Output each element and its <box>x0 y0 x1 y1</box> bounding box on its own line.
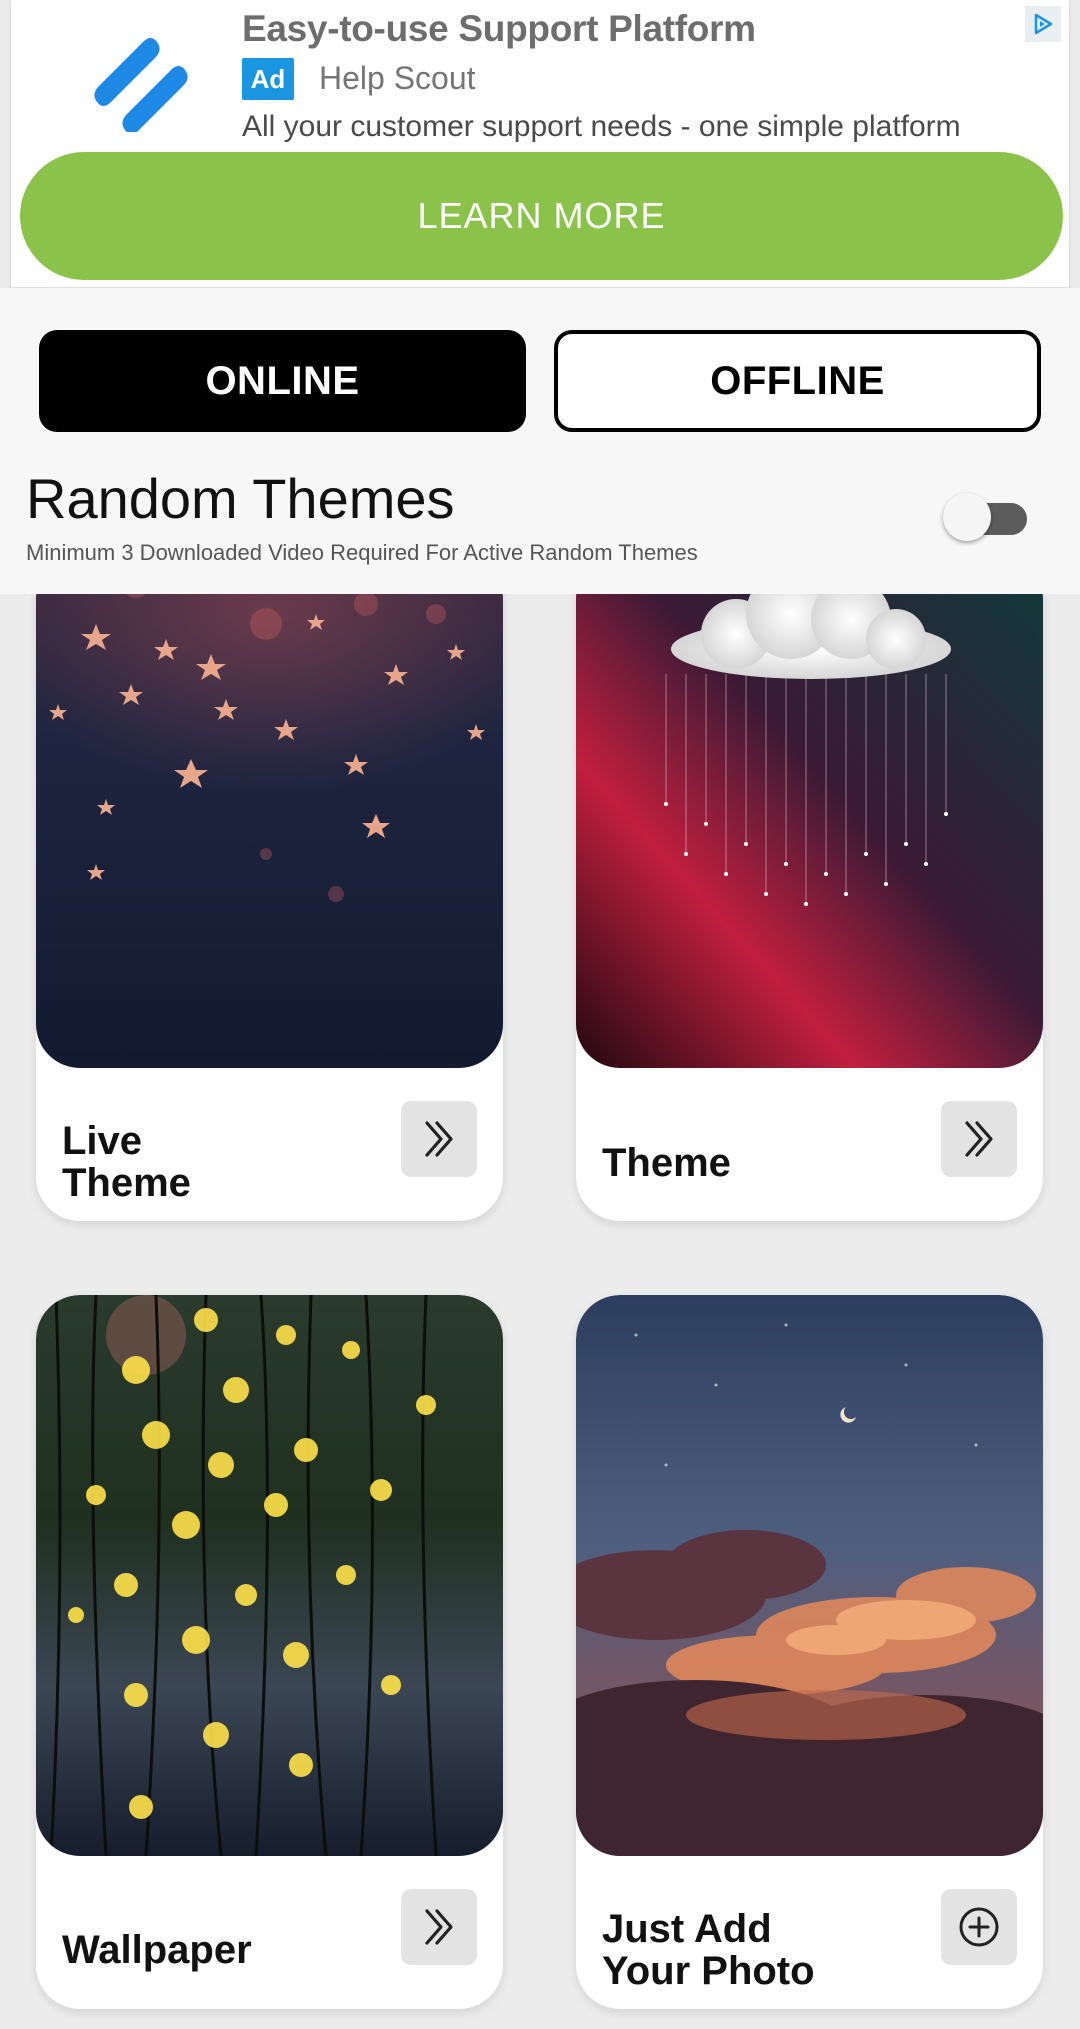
card-label: Theme <box>602 1141 731 1185</box>
random-themes-toggle[interactable] <box>943 493 1027 541</box>
toggle-knob <box>943 493 991 541</box>
live-theme-preview-image <box>36 594 503 1068</box>
just-add-your-photo-card[interactable]: Just Add Your Photo <box>576 1295 1043 2009</box>
ad-description: All your customer support needs - one si… <box>242 110 961 143</box>
help-scout-logo-icon <box>91 22 191 134</box>
card-label: Live Theme <box>62 1119 191 1205</box>
category-grid: Live Theme Theme Wallpaper Just Add Your… <box>0 594 1080 2029</box>
ad-banner[interactable]: Easy-to-use Support Platform Ad Help Sco… <box>10 0 1070 288</box>
ad-choices-icon[interactable] <box>1025 6 1061 42</box>
ad-badge: Ad <box>242 58 294 100</box>
wallpaper-preview-image <box>36 1295 503 1856</box>
card-label: Just Add Your Photo <box>602 1907 815 1993</box>
theme-mode-panel: ONLINE OFFLINE Random Themes Minimum 3 D… <box>0 288 1080 594</box>
theme-preview-image <box>576 594 1043 1068</box>
ad-title[interactable]: Easy-to-use Support Platform <box>242 8 756 50</box>
online-tab[interactable]: ONLINE <box>39 330 526 432</box>
ad-advertiser: Help Scout <box>319 60 476 96</box>
offline-tab[interactable]: OFFLINE <box>554 330 1041 432</box>
card-label: Wallpaper <box>62 1928 252 1972</box>
learn-more-button[interactable]: LEARN MORE <box>20 152 1063 280</box>
random-themes-title: Random Themes <box>26 467 455 530</box>
theme-card[interactable]: Theme <box>576 594 1043 1221</box>
wallpaper-card[interactable]: Wallpaper <box>36 1295 503 2009</box>
double-chevron-right-icon[interactable] <box>941 1101 1017 1177</box>
plus-circle-icon[interactable] <box>941 1889 1017 1965</box>
random-themes-subtitle: Minimum 3 Downloaded Video Required For … <box>26 540 698 565</box>
just-add-your-photo-preview-image <box>576 1295 1043 1856</box>
double-chevron-right-icon[interactable] <box>401 1889 477 1965</box>
double-chevron-right-icon[interactable] <box>401 1101 477 1177</box>
live-theme-card[interactable]: Live Theme <box>36 594 503 1221</box>
